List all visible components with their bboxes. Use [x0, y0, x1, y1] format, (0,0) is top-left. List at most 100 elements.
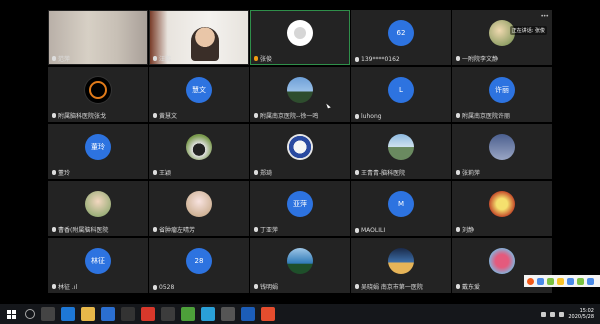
- participant-name: 张俊: [260, 56, 273, 63]
- participant-label: 0528: [153, 284, 174, 291]
- mic-icon: [153, 170, 157, 175]
- mic-icon: [153, 285, 157, 290]
- sogou-icon[interactable]: [527, 277, 534, 285]
- participant-tile[interactable]: 钱明娟: [250, 238, 350, 293]
- avatar: L: [388, 77, 414, 103]
- participant-tile[interactable]: 附属南京医院--徐一鸣: [250, 67, 350, 122]
- app-icon[interactable]: [181, 307, 195, 321]
- participant-tile[interactable]: 范萍: [48, 10, 148, 65]
- file-explorer-icon[interactable]: [81, 307, 95, 321]
- participant-tile[interactable]: 汪鹏: [149, 10, 249, 65]
- ime-skin-icon[interactable]: [577, 277, 584, 285]
- participant-tile[interactable]: 董玲 董玲: [48, 124, 148, 179]
- ime-mic-icon[interactable]: [557, 277, 564, 285]
- avatar: [287, 248, 313, 274]
- ime-mode-icon[interactable]: [537, 277, 544, 285]
- app-icon[interactable]: [121, 307, 135, 321]
- participant-tile[interactable]: 王颖: [149, 124, 249, 179]
- mic-icon: [254, 113, 258, 118]
- clock[interactable]: 15:02 2020/5/28: [568, 308, 594, 320]
- participant-tile[interactable]: 亚萍 丁亚萍: [250, 181, 350, 236]
- app-icon[interactable]: [161, 307, 175, 321]
- participant-tile[interactable]: 许丽 附属南京医院许丽: [452, 67, 552, 122]
- participant-label: 刘静: [456, 225, 474, 234]
- ime-keyboard-icon[interactable]: [567, 277, 574, 285]
- participant-label: 附属脑科医院张戈: [52, 111, 106, 120]
- ime-menu-icon[interactable]: [587, 277, 594, 285]
- participant-name: 省肿瘤左晴芳: [159, 227, 196, 234]
- participant-label: 省肿瘤左晴芳: [153, 225, 195, 234]
- clock-date: 2020/5/28: [568, 314, 594, 320]
- participant-tile[interactable]: 曹香(附属脑科医院: [48, 181, 148, 236]
- participant-name: 0528: [159, 284, 175, 291]
- participant-name: 王青青-脑科医院: [361, 170, 406, 177]
- avatar: [85, 77, 111, 103]
- participant-tile[interactable]: 张俊: [250, 10, 350, 65]
- participant-name: luhong: [361, 113, 382, 120]
- mic-icon: [456, 284, 460, 289]
- more-options-icon[interactable]: •••: [540, 13, 549, 20]
- windows-icon: [6, 309, 16, 319]
- participant-name: 戴东爱: [462, 284, 481, 291]
- app-icon[interactable]: [221, 307, 235, 321]
- participant-label: 王颖: [153, 168, 171, 177]
- tray-icon[interactable]: [541, 311, 547, 317]
- participant-tile[interactable]: 附属脑科医院张戈: [48, 67, 148, 122]
- participant-tile[interactable]: 张莉萍: [452, 124, 552, 179]
- participant-tile[interactable]: 省肿瘤左晴芳: [149, 181, 249, 236]
- avatar: [287, 77, 313, 103]
- ime-punct-icon[interactable]: [547, 277, 554, 285]
- task-view-icon[interactable]: [41, 307, 55, 321]
- participant-tile[interactable]: 林征 林征 .ıl: [48, 238, 148, 293]
- participant-name: 附属南京医院--徐一鸣: [260, 113, 319, 120]
- avatar: [489, 134, 515, 160]
- participant-tile[interactable]: 28 0528: [149, 238, 249, 293]
- participant-label: MAOLILI: [355, 227, 385, 234]
- participant-name: 吴晓娟 南京市第一医院: [361, 284, 423, 291]
- start-button[interactable]: [0, 309, 22, 319]
- participant-tile[interactable]: 王青青-脑科医院: [351, 124, 451, 179]
- mic-icon: [153, 227, 157, 232]
- network-icon[interactable]: [550, 311, 556, 317]
- participant-label: 一附院李文静: [456, 54, 498, 63]
- mic-icon: [254, 284, 258, 289]
- participant-name: 钱明娟: [260, 284, 279, 291]
- mic-icon: [254, 56, 258, 61]
- avatar: [388, 134, 414, 160]
- participant-name: 139****0162: [361, 56, 400, 63]
- app-icon[interactable]: [141, 307, 155, 321]
- mic-icon: [254, 170, 258, 175]
- app-icon[interactable]: [241, 307, 255, 321]
- ime-toolbar[interactable]: [524, 275, 600, 287]
- mic-icon: [52, 170, 56, 175]
- participant-tile[interactable]: M MAOLILI: [351, 181, 451, 236]
- system-tray: 15:02 2020/5/28: [541, 308, 600, 320]
- mic-icon: [355, 284, 359, 289]
- participant-tile[interactable]: 刘静: [452, 181, 552, 236]
- avatar: [186, 191, 212, 217]
- app-icon[interactable]: [261, 307, 275, 321]
- mic-icon: [456, 113, 460, 118]
- mic-icon: [355, 170, 359, 175]
- search-icon[interactable]: [25, 309, 35, 319]
- participant-label: 附属南京医院许丽: [456, 111, 510, 120]
- avatar: [287, 20, 313, 46]
- participant-tile[interactable]: 62 139****0162: [351, 10, 451, 65]
- mic-icon: [153, 113, 157, 118]
- edge-icon[interactable]: [61, 307, 75, 321]
- avatar: 董玲: [85, 134, 111, 160]
- participant-tile[interactable]: 郑琦: [250, 124, 350, 179]
- participant-label: 黄慧文: [153, 111, 177, 120]
- mic-icon: [456, 56, 460, 61]
- participant-tile[interactable]: 慧文 黄慧文: [149, 67, 249, 122]
- participant-name: 刘静: [462, 227, 475, 234]
- participant-tile[interactable]: 吴晓娟 南京市第一医院: [351, 238, 451, 293]
- app-icon[interactable]: [201, 307, 215, 321]
- participant-tile[interactable]: 正在讲话: 张俊 ••• 一附院李文静: [452, 10, 552, 65]
- participant-name: 郑琦: [260, 170, 273, 177]
- avatar: 62: [388, 20, 414, 46]
- participant-tile[interactable]: Lluhong: [351, 67, 451, 122]
- participant-label: 戴东爱: [456, 282, 480, 291]
- volume-icon[interactable]: [559, 311, 565, 317]
- store-icon[interactable]: [101, 307, 115, 321]
